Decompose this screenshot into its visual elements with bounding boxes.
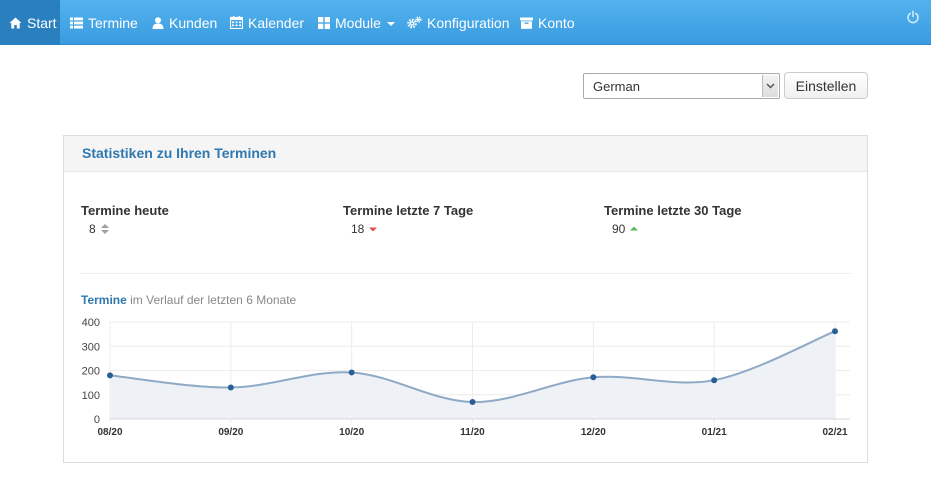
calendar-icon <box>230 16 243 29</box>
y-tick-label: 0 <box>94 414 100 426</box>
language-select[interactable]: German <box>583 73 780 99</box>
nav-konfiguration[interactable]: Konfiguration <box>407 0 510 45</box>
x-tick-label: 01/21 <box>702 427 727 438</box>
nav-module-label: Module <box>335 14 381 31</box>
top-navbar: Start Termine Kunden Kalender Module Kon… <box>0 0 931 45</box>
x-tick-label: 11/20 <box>460 427 485 438</box>
data-point <box>227 384 234 391</box>
chevron-down-icon[interactable] <box>762 75 778 97</box>
y-tick-label: 100 <box>82 390 100 402</box>
x-tick-label: 10/20 <box>339 427 364 438</box>
x-tick-label: 08/20 <box>97 427 122 438</box>
nav-konto-label: Konto <box>538 14 575 31</box>
einstellen-button[interactable]: Einstellen <box>784 72 868 99</box>
nav-kalender[interactable]: Kalender <box>230 0 304 45</box>
nav-kunden-label: Kunden <box>169 14 218 31</box>
y-tick-label: 400 <box>82 317 100 329</box>
nav-termine[interactable]: Termine <box>70 0 138 45</box>
cogs-icon <box>407 16 422 29</box>
list-icon <box>70 16 83 29</box>
archive-icon <box>520 16 533 29</box>
x-tick-label: 02/21 <box>822 427 847 438</box>
statistics-panel: Statistiken zu Ihren Terminen Termine he… <box>63 135 868 463</box>
power-icon[interactable] <box>906 10 920 24</box>
nav-kunden[interactable]: Kunden <box>151 0 217 45</box>
data-point <box>711 377 718 384</box>
grid-icon <box>317 16 330 29</box>
x-tick-label: 09/20 <box>218 427 243 438</box>
user-icon <box>151 16 164 29</box>
data-point <box>107 372 113 379</box>
nav-termine-label: Termine <box>88 14 138 31</box>
x-tick-label: 12/20 <box>581 427 606 438</box>
appointments-chart: 0 100 200 300 400 08/20 09/20 10/20 11/20 12/20 01… <box>82 317 850 438</box>
data-point <box>348 369 355 376</box>
nav-kalender-label: Kalender <box>248 14 305 31</box>
chevron-down-icon <box>386 21 395 26</box>
nav-konto[interactable]: Konto <box>520 0 575 45</box>
y-tick-label: 200 <box>82 366 100 378</box>
nav-start[interactable]: Start <box>0 0 60 45</box>
data-point <box>832 328 838 335</box>
data-point <box>469 399 476 406</box>
data-point <box>590 374 597 381</box>
y-tick-label: 300 <box>82 341 100 353</box>
nav-start-label: Start <box>27 14 57 31</box>
home-icon <box>9 16 22 29</box>
nav-konfiguration-label: Konfiguration <box>427 14 510 31</box>
nav-module[interactable]: Module <box>317 0 395 45</box>
language-select-value: German <box>593 79 640 94</box>
